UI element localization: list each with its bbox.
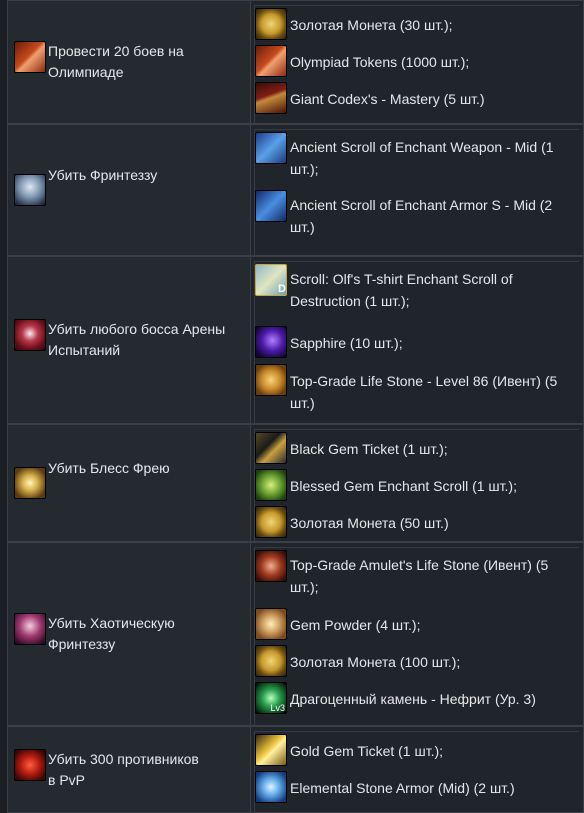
reward-item: Gem Powder (4 шт.);	[255, 608, 579, 645]
reward-table: Провести 20 боев на Олимпиаде Золотая Мо…	[0, 0, 584, 813]
reward-label: Black Gem Ticket (1 шт.);	[290, 441, 448, 457]
table-row: Убить любого босса Арены Испытаний D Scr…	[7, 256, 584, 424]
reward-label: Ancient Scroll of Enchant Armor S - Mid …	[290, 197, 553, 235]
reward-label: Золотая Монета (100 шт.);	[290, 654, 461, 670]
chaotic-frintezza-icon	[14, 613, 46, 645]
reward-item: Gold Gem Ticket (1 шт.);	[255, 734, 579, 771]
reward-label: Ancient Scroll of Enchant Weapon - Mid (…	[290, 139, 554, 177]
enchant-armor-scroll-icon	[255, 190, 287, 222]
codex-book-icon	[255, 82, 287, 114]
reward-label: Золотая Монета (30 шт.);	[290, 17, 453, 33]
reward-item: Ancient Scroll of Enchant Weapon - Mid (…	[255, 132, 579, 190]
table-row: Убить Фринтеззу Ancient Scroll of Enchan…	[7, 124, 584, 256]
black-ticket-icon	[255, 432, 287, 464]
reward-item: Sapphire (10 шт.);	[255, 326, 579, 364]
reward-label: Top-Grade Amulet's Life Stone (Ивент) (5…	[290, 557, 549, 595]
sapphire-icon	[255, 326, 287, 358]
task-cell: Провести 20 боев на Олимпиаде	[7, 0, 251, 124]
reward-item: Olympiad Tokens (1000 шт.);	[255, 45, 579, 82]
gold-coin-icon	[255, 645, 287, 677]
task-cell: Убить любого босса Арены Испытаний	[7, 256, 251, 424]
reward-item: Top-Grade Amulet's Life Stone (Ивент) (5…	[255, 550, 579, 608]
reward-label: Top-Grade Life Stone - Level 86 (Ивент) …	[290, 373, 558, 411]
table-row: Убить 300 противников в PvP Gold Gem Tic…	[7, 726, 584, 813]
reward-item: Black Gem Ticket (1 шт.);	[255, 432, 579, 469]
jade-gem-icon: Lv3	[255, 682, 287, 714]
tshirt-scroll-icon: D	[255, 264, 287, 296]
reward-label: Золотая Монета (50 шт.)	[290, 515, 449, 531]
gem-scroll-icon	[255, 469, 287, 501]
reward-label: Scroll: Olf's T-shirt Enchant Scroll of …	[290, 271, 513, 309]
reward-label: Olympiad Tokens (1000 шт.);	[290, 54, 470, 70]
gold-coin-icon	[255, 506, 287, 538]
table-row: Убить Хаотическую Фринтеззу Top-Grade Am…	[7, 542, 584, 726]
task-label: Провести 20 боев на Олимпиаде	[48, 43, 184, 80]
reward-label: Blessed Gem Enchant Scroll (1 шт.);	[290, 478, 517, 494]
task-label: Убить Фринтеззу	[48, 167, 158, 183]
reward-item: D Scroll: Olf's T-shirt Enchant Scroll o…	[255, 264, 579, 326]
olympiad-token-icon	[255, 45, 287, 77]
reward-label: Gold Gem Ticket (1 шт.);	[290, 743, 444, 759]
task-cell: Убить Блесс Фрею	[7, 424, 251, 542]
reward-item: Top-Grade Life Stone - Level 86 (Ивент) …	[255, 364, 579, 424]
table-row: Убить Блесс Фрею Black Gem Ticket (1 шт.…	[7, 424, 584, 542]
elemental-stone-icon	[255, 771, 287, 803]
reward-item: Blessed Gem Enchant Scroll (1 шт.);	[255, 469, 579, 506]
amulet-stone-icon	[255, 550, 287, 582]
reward-item: Золотая Монета (30 шт.);	[255, 8, 579, 45]
freya-snowflake-icon	[14, 467, 46, 499]
reward-item: Золотая Монета (100 шт.);	[255, 645, 579, 682]
gold-coin-icon	[255, 8, 287, 40]
arena-boss-icon	[14, 319, 46, 351]
task-label: Убить любого босса Арены Испытаний	[48, 321, 226, 358]
level-badge: Lv3	[270, 703, 285, 713]
reward-item: Giant Codex's - Mastery (5 шт.)	[255, 82, 579, 119]
task-cell: Убить Фринтеззу	[7, 124, 251, 256]
gold-ticket-icon	[255, 734, 287, 766]
reward-label: Giant Codex's - Mastery (5 шт.)	[290, 91, 485, 107]
reward-cell: Black Gem Ticket (1 шт.); Blessed Gem En…	[251, 424, 584, 542]
reward-label: Gem Powder (4 шт.);	[290, 617, 421, 633]
reward-item: Lv3 Драгоценный камень - Нефрит (Ур. 3)	[255, 682, 579, 719]
reward-cell: Золотая Монета (30 шт.); Olympiad Tokens…	[251, 0, 584, 124]
olympiad-token-icon	[14, 41, 46, 73]
reward-label: Elemental Stone Armor (Mid) (2 шт.)	[290, 780, 515, 796]
task-label: Убить Блесс Фрею	[48, 460, 170, 476]
reward-item: Elemental Stone Armor (Mid) (2 шт.)	[255, 771, 579, 808]
reward-label: Sapphire (10 шт.);	[290, 335, 403, 351]
enchant-weapon-scroll-icon	[255, 132, 287, 164]
grade-badge: D	[278, 283, 286, 295]
pvp-icon	[14, 748, 46, 781]
life-stone-icon	[255, 364, 287, 396]
reward-cell: Gold Gem Ticket (1 шт.); Elemental Stone…	[251, 726, 584, 813]
reward-cell: Top-Grade Amulet's Life Stone (Ивент) (5…	[251, 542, 584, 726]
reward-label: Драгоценный камень - Нефрит (Ур. 3)	[290, 691, 536, 707]
task-cell: Убить Хаотическую Фринтеззу	[7, 542, 251, 726]
gem-powder-icon	[255, 608, 287, 640]
task-cell: Убить 300 противников в PvP	[7, 726, 251, 813]
reward-item: Золотая Монета (50 шт.)	[255, 506, 579, 543]
reward-cell: D Scroll: Olf's T-shirt Enchant Scroll o…	[251, 256, 584, 424]
reward-item: Ancient Scroll of Enchant Armor S - Mid …	[255, 190, 579, 248]
reward-cell: Ancient Scroll of Enchant Weapon - Mid (…	[251, 124, 584, 256]
frintezza-icon	[14, 174, 46, 206]
table-row: Провести 20 боев на Олимпиаде Золотая Мо…	[7, 0, 584, 124]
